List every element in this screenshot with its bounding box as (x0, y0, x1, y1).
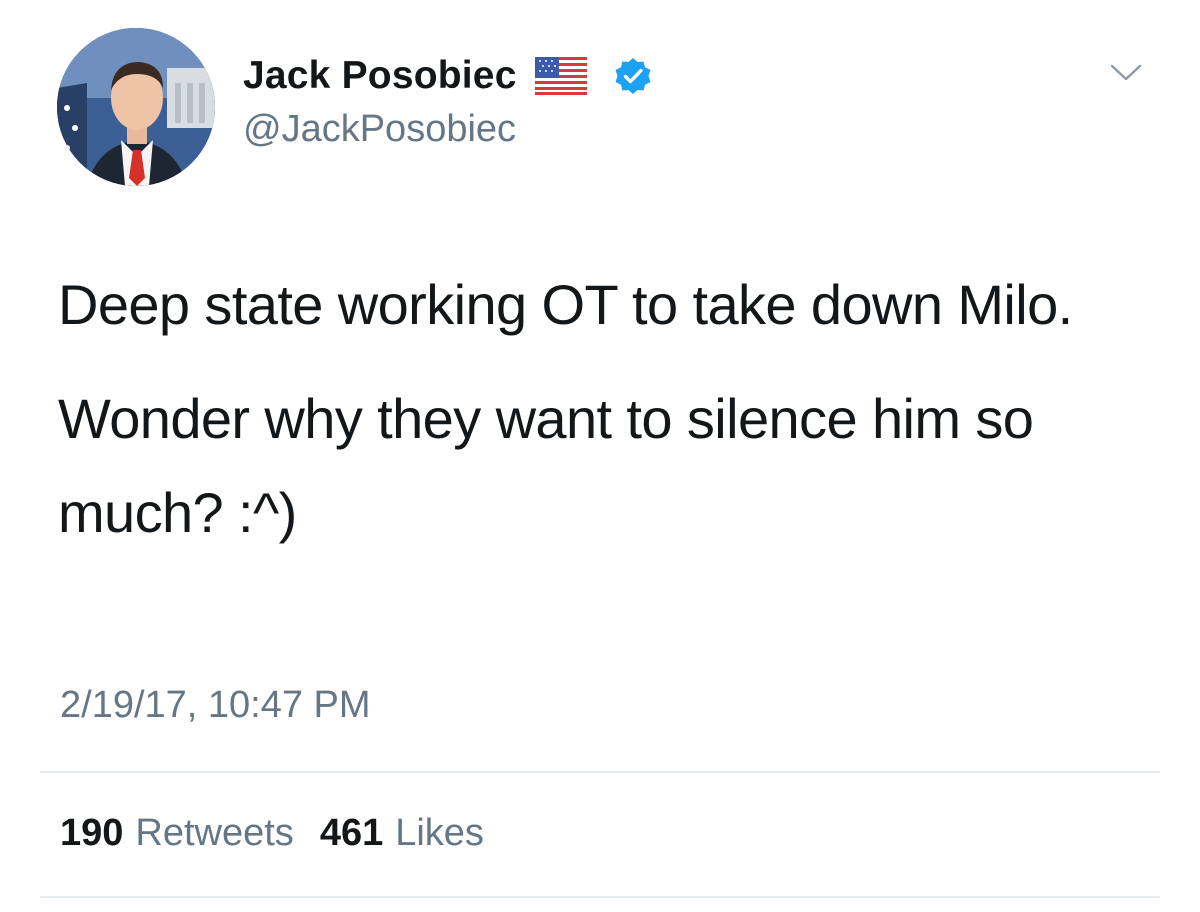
tweet-card: Jack Posobiec @JackPosobiec Deep state w… (0, 0, 1200, 912)
retweets-label: Retweets (135, 812, 294, 854)
divider (40, 771, 1160, 773)
retweets-stat[interactable]: 190 Retweets (60, 812, 294, 855)
display-name[interactable]: Jack Posobiec (243, 54, 517, 98)
chevron-down-icon[interactable] (1106, 58, 1146, 86)
avatar-image (57, 28, 215, 186)
us-flag-icon (534, 57, 587, 95)
tweet-paragraph: Wonder why they want to silence him so m… (58, 387, 1034, 544)
avatar[interactable] (57, 28, 215, 186)
likes-label: Likes (395, 812, 484, 854)
tweet-timestamp[interactable]: 2/19/17, 10:47 PM (60, 684, 371, 727)
tweet-text: Deep state working OT to take down Milo.… (58, 258, 1158, 560)
verified-badge-icon (615, 58, 651, 94)
retweets-count: 190 (60, 812, 124, 854)
author-handle[interactable]: @JackPosobiec (243, 108, 516, 151)
likes-stat[interactable]: 461 Likes (320, 812, 484, 855)
author-name-row[interactable]: Jack Posobiec (243, 52, 653, 100)
tweet-paragraph: Deep state working OT to take down Milo. (58, 273, 1073, 336)
divider (40, 896, 1160, 898)
tweet-stats: 190 Retweets 461 Likes (60, 812, 510, 855)
likes-count: 461 (319, 812, 384, 854)
